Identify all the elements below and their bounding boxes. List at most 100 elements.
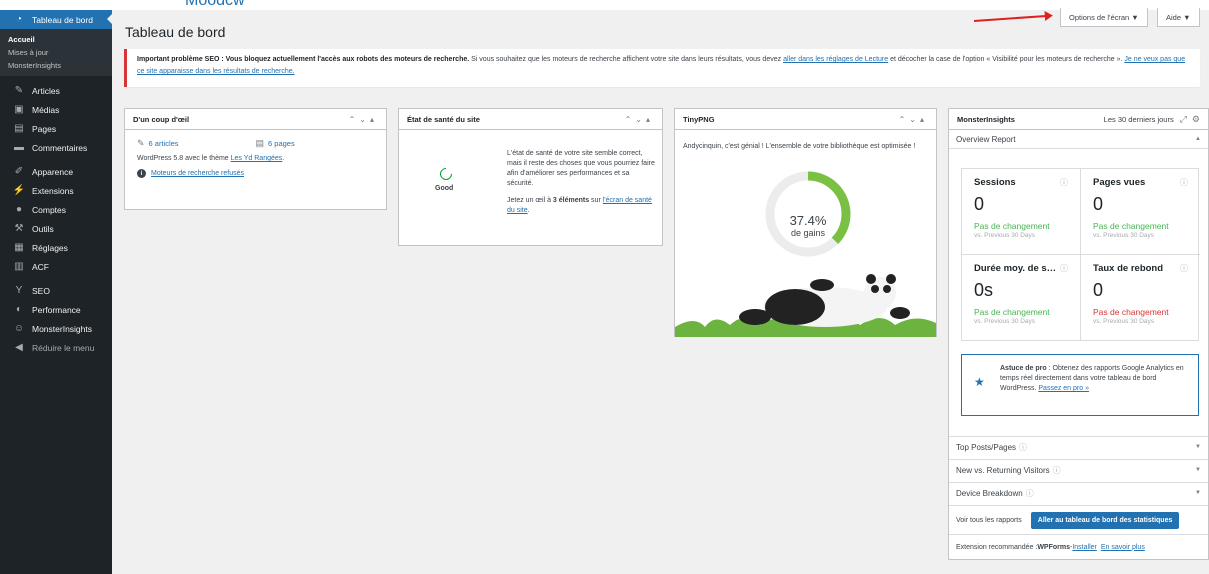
widget-controls[interactable]: ⌃⌄▴ — [625, 115, 654, 124]
health-items: Jetez un œil à 3 éléments sur l'écran de… — [507, 197, 652, 214]
info-icon: ⓘ — [1025, 488, 1034, 498]
sidebar-item-label: Extensions — [32, 185, 74, 196]
sidebar-item-tools[interactable]: ⚒ Outils — [0, 219, 112, 238]
all-reports-label: Voir tous les rapports — [956, 516, 1022, 524]
panda-illustration — [675, 274, 936, 337]
sidebar-item-seo[interactable]: Y SEO — [0, 281, 112, 300]
overview-report-title: Overview Report — [956, 134, 1016, 144]
sidebar-item-articles[interactable]: ✎ Articles — [0, 81, 112, 100]
sidebar-item-comments[interactable]: ▬ Commentaires — [0, 138, 112, 157]
monsterinsights-widget: MonsterInsights Les 30 derniers jours ⤢ … — [948, 108, 1209, 560]
health-status-icon — [437, 165, 455, 183]
sidebar-item-acf[interactable]: ▥ ACF — [0, 257, 112, 276]
appearance-icon: ✐ — [14, 166, 24, 177]
seo-icon: Y — [15, 285, 23, 296]
savings-percent: 37.4% — [789, 213, 827, 228]
stats-dashboard-button[interactable]: Aller au tableau de bord des statistique… — [1030, 511, 1180, 529]
health-description: L'état de santé de votre site semble cor… — [507, 150, 655, 187]
pin-icon: ✎ — [137, 138, 145, 148]
widget-controls[interactable]: ⌃⌄▴ — [349, 115, 378, 124]
submenu-item-monsterinsights[interactable]: MonsterInsights — [0, 59, 112, 72]
section-device-breakdown[interactable]: Device Breakdown ⓘ ▼ — [949, 482, 1208, 503]
sidebar-item-label: Comptes — [32, 204, 67, 215]
pages-icon: ▤ — [255, 138, 265, 148]
chevron-down-icon: ▼ — [1195, 467, 1201, 473]
section-top-posts[interactable]: Top Posts/Pages ⓘ ▼ — [949, 436, 1208, 457]
page-title: Tableau de bord — [125, 24, 226, 40]
info-icon: ⓘ — [1052, 465, 1061, 475]
pages-count-link[interactable]: 6 pages — [268, 139, 295, 148]
sidebar-item-label: MonsterInsights — [32, 323, 92, 334]
at-a-glance-widget: D'un coup d'œil ⌃⌄▴ ✎ 6 articles ▤ 6 pages… — [124, 108, 387, 210]
sidebar-item-users[interactable]: ● Comptes — [0, 200, 112, 219]
section-new-vs-returning[interactable]: New vs. Returning Visitors ⓘ ▼ — [949, 459, 1208, 480]
sidebar-item-label: Apparence — [32, 166, 74, 177]
stat-avg-duration: Durée moy. de s… ⓘ 0s Pas de changement v… — [962, 255, 1081, 341]
health-status-label: Good — [435, 185, 454, 192]
widget-title: État de santé du site — [407, 114, 480, 124]
notice-title: Important problème SEO : Vous bloquez ac… — [137, 56, 470, 63]
stat-bounce-rate: Taux de rebond ⓘ 0 Pas de changement vs. … — [1093, 263, 1188, 325]
search-engines-refused-link[interactable]: Moteurs de recherche refusés — [151, 170, 244, 177]
sidebar-item-label: Commentaires — [32, 142, 88, 153]
overview-report-toggle[interactable]: Overview Report ▲ — [949, 130, 1208, 149]
sidebar-item-media[interactable]: ▣ Médias — [0, 100, 112, 119]
stat-pageviews: Pages vues ⓘ 0 Pas de changement vs. Prev… — [1081, 169, 1200, 255]
widget-header: MonsterInsights Les 30 derniers jours ⤢ … — [949, 109, 1208, 130]
sidebar-item-label: Articles — [32, 85, 60, 96]
widget-title: MonsterInsights — [957, 114, 1015, 124]
sidebar-item-appearance[interactable]: ✐ Apparence — [0, 162, 112, 181]
widget-controls[interactable]: ⌃⌄▴ — [899, 115, 928, 124]
sidebar-item-dashboard[interactable]: ◔ Tableau de bord — [0, 10, 112, 29]
plugins-icon: ⚡ — [12, 185, 26, 196]
install-link[interactable]: Installer — [1072, 544, 1097, 551]
articles-count-link[interactable]: 6 articles — [149, 139, 179, 148]
submenu-item-home[interactable]: Accueil — [0, 33, 112, 46]
period-selector[interactable]: Les 30 derniers jours — [1104, 115, 1174, 124]
chevron-up-icon: ▲ — [1195, 136, 1201, 142]
upgrade-pro-link[interactable]: Passez en pro » — [1038, 385, 1089, 392]
collapse-menu-button[interactable]: ◀ Réduire le menu — [0, 338, 112, 357]
submenu-item-updates[interactable]: Mises à jour — [0, 46, 112, 59]
sidebar-item-label: ACF — [32, 261, 49, 272]
info-icon: i — [137, 169, 146, 178]
sidebar-item-label: Tableau de bord — [32, 14, 93, 25]
sidebar-item-plugins[interactable]: ⚡ Extensions — [0, 181, 112, 200]
dashboard-submenu: Accueil Mises à jour MonsterInsights — [0, 29, 112, 76]
savings-label: de gains — [790, 228, 826, 238]
expand-icon[interactable]: ⤢ — [1180, 114, 1187, 125]
sidebar-item-label: Réduire le menu — [32, 342, 95, 353]
brand-fragment: Moodcw — [185, 0, 245, 9]
notice-text: Si vous souhaitez que les moteurs de rec… — [469, 56, 784, 63]
site-health-widget: État de santé du site ⌃⌄▴ Good L'état de… — [398, 108, 663, 246]
learn-more-link[interactable]: En savoir plus — [1101, 544, 1145, 551]
users-icon: ● — [15, 204, 23, 215]
chevron-down-icon: ▼ — [1195, 444, 1201, 450]
reading-settings-link[interactable]: aller dans les réglages de Lecture — [783, 56, 888, 63]
pin-icon: ✎ — [14, 85, 24, 96]
sidebar-item-performance[interactable]: ◐ Performance — [0, 300, 112, 319]
gear-icon[interactable]: ⚙ — [1192, 114, 1200, 125]
comments-icon: ▬ — [14, 142, 24, 153]
widget-header: TinyPNG ⌃⌄▴ — [675, 109, 936, 130]
info-icon[interactable]: ⓘ — [1180, 263, 1188, 274]
top-strip: Moodcw — [0, 0, 1209, 10]
sidebar-item-label: SEO — [32, 285, 50, 296]
help-button[interactable]: Aide ▼ — [1157, 8, 1200, 27]
info-icon[interactable]: ⓘ — [1060, 177, 1068, 188]
theme-link[interactable]: Les Yd Rangées — [231, 155, 283, 162]
widget-title: D'un coup d'œil — [133, 114, 190, 124]
sidebar-item-settings[interactable]: ▦ Réglages — [0, 238, 112, 257]
annotation-arrow — [973, 14, 1050, 22]
info-icon: ⓘ — [1019, 442, 1028, 452]
stat-sessions: Sessions ⓘ 0 Pas de changement vs. Previo… — [962, 169, 1081, 255]
version-info: WordPress 5.8 avec le thème Les Yd Rangé… — [137, 155, 285, 162]
info-icon[interactable]: ⓘ — [1060, 263, 1068, 274]
screen-options-button[interactable]: Options de l'écran ▼ — [1060, 8, 1148, 27]
sidebar-item-label: Réglages — [32, 242, 68, 253]
sidebar-item-pages[interactable]: ▤ Pages — [0, 119, 112, 138]
monsterinsights-icon: ☺ — [13, 323, 25, 334]
info-icon[interactable]: ⓘ — [1180, 177, 1188, 188]
stats-grid: Sessions ⓘ 0 Pas de changement vs. Previo… — [961, 168, 1200, 341]
sidebar-item-monsterinsights[interactable]: ☺ MonsterInsights — [0, 319, 112, 338]
